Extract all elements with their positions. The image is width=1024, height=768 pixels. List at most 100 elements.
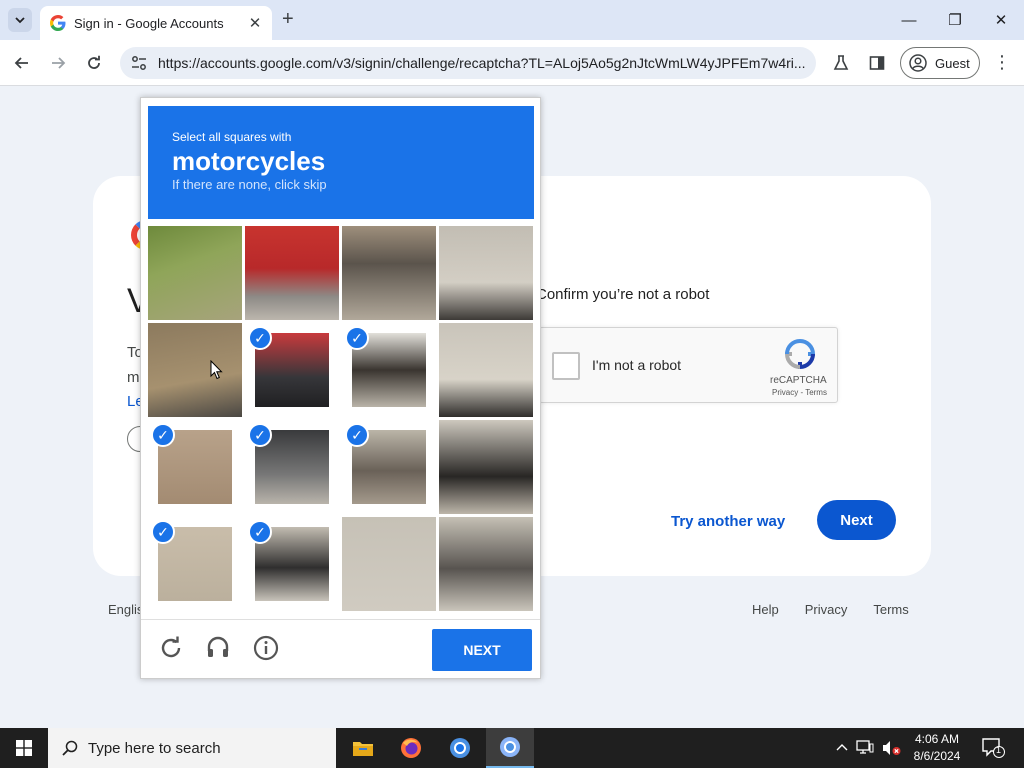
taskbar-clock[interactable]: 4:06 AM 8/6/2024 <box>904 731 970 765</box>
guest-profile-button[interactable]: Guest <box>900 47 980 79</box>
search-placeholder: Type here to search <box>88 739 221 757</box>
back-button[interactable] <box>9 50 35 76</box>
chevron-up-icon[interactable] <box>836 742 848 754</box>
challenge-tile-r3c1[interactable]: ✓ <box>148 420 242 514</box>
chrome-icon <box>450 738 470 758</box>
folder-icon <box>353 742 373 756</box>
labs-button[interactable] <box>830 52 852 74</box>
challenge-tile-r3c2[interactable]: ✓ <box>245 420 339 514</box>
reload-button[interactable] <box>81 50 107 76</box>
url-text: https://accounts.google.com/v3/signin/ch… <box>158 55 806 71</box>
mouse-cursor-icon <box>210 360 223 380</box>
firefox-icon <box>401 738 421 758</box>
google-favicon-icon <box>50 15 66 31</box>
recaptcha-brand: reCAPTCHA <box>770 375 827 386</box>
chrome-app-active[interactable] <box>486 728 534 768</box>
checkmark-icon: ✓ <box>248 423 272 447</box>
firefox-app[interactable] <box>387 728 435 768</box>
challenge-tile-r4c4[interactable] <box>439 517 533 611</box>
site-info-icon[interactable] <box>130 54 148 72</box>
challenge-tile-r1c3[interactable] <box>342 226 436 320</box>
recaptcha-logo-icon <box>784 339 816 370</box>
footer-terms-link[interactable]: Terms <box>873 602 908 617</box>
taskbar-search-box[interactable]: Type here to search <box>48 728 336 768</box>
signin-next-button[interactable]: Next <box>817 500 896 540</box>
forward-button[interactable] <box>45 50 71 76</box>
tile-image <box>439 226 533 320</box>
restore-button[interactable]: ❐ <box>932 0 978 40</box>
challenge-object: motorcycles <box>172 146 326 176</box>
reload-icon <box>88 55 100 69</box>
challenge-tile-r4c1[interactable]: ✓ <box>148 517 242 611</box>
window-controls: — ❐ ✕ <box>886 0 1024 40</box>
tab-strip: Sign in - Google Accounts ✕ + — ❐ ✕ <box>0 0 1024 40</box>
minimize-button[interactable]: — <box>886 0 932 40</box>
tile-image <box>148 323 242 417</box>
challenge-next-button[interactable]: NEXT <box>432 629 532 671</box>
confirm-robot-text: Confirm you’re not a robot <box>536 286 710 303</box>
tile-image <box>342 517 436 611</box>
footer-links: Help Privacy Terms <box>752 602 909 617</box>
clock-date: 8/6/2024 <box>913 749 961 763</box>
windows-logo-icon <box>16 740 32 756</box>
back-arrow-icon <box>14 57 28 69</box>
chevron-down-icon <box>15 17 25 24</box>
side-panel-icon <box>869 56 885 70</box>
chrome-app[interactable] <box>436 728 484 768</box>
checkmark-icon: ✓ <box>345 326 369 350</box>
recaptcha-checkbox[interactable] <box>552 352 580 380</box>
challenge-footer: NEXT <box>141 619 540 678</box>
browser-tab[interactable]: Sign in - Google Accounts ✕ <box>40 6 272 40</box>
address-bar[interactable]: https://accounts.google.com/v3/signin/ch… <box>120 47 816 79</box>
network-icon[interactable] <box>856 740 874 756</box>
challenge-tile-r4c3[interactable] <box>342 517 436 611</box>
tile-image <box>439 517 533 611</box>
notification-center-button[interactable]: 1 <box>980 736 1006 760</box>
system-tray <box>836 728 902 768</box>
checkmark-icon: ✓ <box>248 520 272 544</box>
browser-menu-icon[interactable]: ⋮ <box>992 52 1012 73</box>
challenge-tile-r2c2[interactable]: ✓ <box>245 323 339 417</box>
tab-search-button[interactable] <box>8 8 32 32</box>
challenge-tile-r1c4[interactable] <box>439 226 533 320</box>
challenge-tile-r2c4[interactable] <box>439 323 533 417</box>
volume-muted-icon[interactable] <box>882 740 902 756</box>
tile-image <box>342 226 436 320</box>
side-panel-button[interactable] <box>866 52 888 74</box>
challenge-tile-r3c3[interactable]: ✓ <box>342 420 436 514</box>
notification-icon <box>982 738 1005 758</box>
close-window-button[interactable]: ✕ <box>978 0 1024 40</box>
audio-challenge-icon[interactable] <box>205 635 231 661</box>
new-tab-button[interactable]: + <box>282 9 294 29</box>
reload-icon[interactable] <box>158 635 184 661</box>
challenge-tile-r1c1[interactable] <box>148 226 242 320</box>
person-icon <box>909 54 927 72</box>
try-another-way-button[interactable]: Try another way <box>671 513 785 530</box>
challenge-tile-r4c2[interactable]: ✓ <box>245 517 339 611</box>
footer-privacy-link[interactable]: Privacy <box>805 602 848 617</box>
challenge-hint: If there are none, click skip <box>172 177 327 192</box>
challenge-tile-r1c2[interactable] <box>245 226 339 320</box>
challenge-tile-r2c1[interactable] <box>148 323 242 417</box>
tab-close-icon[interactable]: ✕ <box>246 14 264 32</box>
challenge-tile-r3c4[interactable] <box>439 420 533 514</box>
recaptcha-terms-link[interactable]: Privacy - Terms <box>772 388 827 397</box>
file-explorer-app[interactable] <box>339 728 387 768</box>
challenge-tile-r2c3[interactable]: ✓ <box>342 323 436 417</box>
checkmark-icon: ✓ <box>345 423 369 447</box>
footer-help-link[interactable]: Help <box>752 602 779 617</box>
challenge-header: Select all squares with motorcycles If t… <box>148 106 534 219</box>
clock-time: 4:06 AM <box>914 732 960 746</box>
tab-title: Sign in - Google Accounts <box>74 15 224 31</box>
info-icon[interactable] <box>253 635 279 661</box>
language-selector[interactable]: Englis <box>108 602 143 617</box>
tile-image <box>439 420 533 514</box>
browser-toolbar: https://accounts.google.com/v3/signin/ch… <box>0 40 1024 86</box>
flask-icon <box>833 55 849 70</box>
search-icon <box>62 740 78 756</box>
challenge-prompt: Select all squares with <box>172 130 292 144</box>
start-button[interactable] <box>0 728 48 768</box>
checkmark-icon: ✓ <box>248 326 272 350</box>
windows-taskbar: Type here to search 4:06 AM 8/6/2024 1 <box>0 728 1024 768</box>
recaptcha-label: I'm not a robot <box>592 357 682 373</box>
